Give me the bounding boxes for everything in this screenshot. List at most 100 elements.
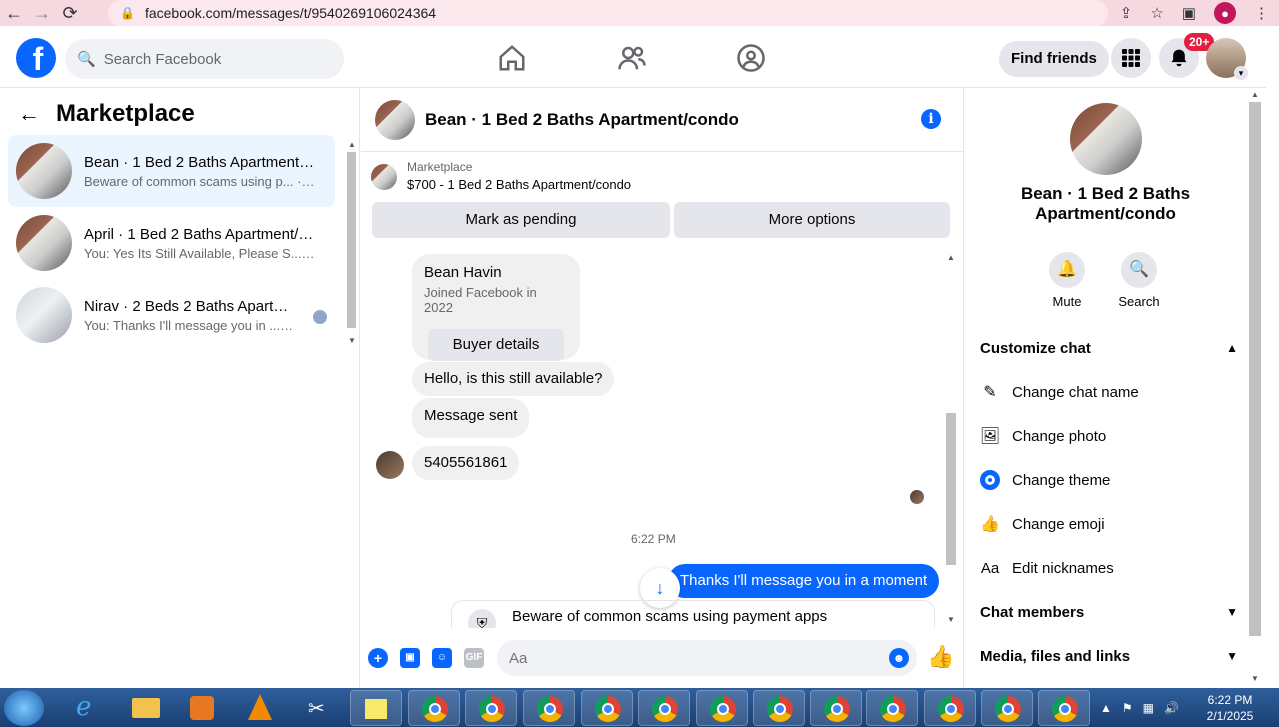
- conversation-snippet: Beware of common scams using p...: [84, 173, 294, 189]
- scam-warning-text: Beware of common scams using payment app…: [512, 608, 828, 625]
- menu-grid-button[interactable]: [1111, 38, 1151, 78]
- share-icon[interactable]: ⇪: [1120, 4, 1133, 22]
- account-avatar[interactable]: ▾: [1206, 38, 1248, 80]
- facebook-logo-icon[interactable]: f: [16, 38, 56, 78]
- listing-summary[interactable]: Marketplace $700 - 1 Bed 2 Baths Apartme…: [371, 160, 631, 192]
- listing-thumbnail: [16, 287, 72, 343]
- mute-button[interactable]: 🔔 Mute: [1037, 252, 1097, 309]
- conversation-name: Bean · 1 Bed 2 Baths Apartment/condo: [84, 153, 316, 171]
- chrome-window-icon[interactable]: [866, 690, 918, 726]
- menu-dots-icon[interactable]: ⋮: [1254, 4, 1269, 22]
- chat-photo[interactable]: [1070, 103, 1142, 175]
- address-bar[interactable]: 🔒 facebook.com/messages/t/95402691060243…: [108, 0, 1108, 26]
- chrome-window-icon[interactable]: [981, 690, 1033, 726]
- chrome-window-icon[interactable]: [408, 690, 460, 726]
- customize-chat-section[interactable]: Customize chat ▲: [980, 326, 1238, 370]
- home-icon[interactable]: [497, 43, 527, 73]
- search-input[interactable]: [103, 50, 324, 68]
- system-clock[interactable]: 6:22 PM 2/1/2025: [1200, 692, 1260, 724]
- chat-title[interactable]: Bean · 1 Bed 2 Baths Apartment/condo: [425, 110, 739, 130]
- network-icon[interactable]: ▦: [1143, 701, 1154, 715]
- emoji-icon[interactable]: ☻: [889, 648, 909, 668]
- search-chat-button[interactable]: 🔍 Search: [1109, 252, 1169, 309]
- snipping-tool-icon[interactable]: ✂: [292, 690, 344, 726]
- action-center-icon[interactable]: ⚑: [1122, 701, 1133, 715]
- listing-thumbnail: [371, 164, 397, 190]
- scam-warning-card[interactable]: ⛨ Beware of common scams using payment a…: [451, 600, 935, 628]
- change-chat-name-item[interactable]: ✎ Change chat name: [980, 370, 1238, 414]
- chrome-window-icon[interactable]: [523, 690, 575, 726]
- gif-icon[interactable]: GIF: [464, 648, 484, 668]
- clock-date: 2/1/2025: [1206, 709, 1254, 723]
- reload-icon[interactable]: ⟳: [56, 3, 84, 24]
- forward-arrow-icon[interactable]: →: [28, 3, 56, 24]
- buyer-details-button[interactable]: Buyer details: [428, 329, 564, 361]
- menu-item-label: Edit nicknames: [1012, 559, 1114, 577]
- search-box[interactable]: 🔍: [65, 39, 344, 79]
- chat-members-section[interactable]: Chat members ▼: [980, 590, 1238, 634]
- search-label: Search: [1118, 294, 1160, 309]
- thumbs-up-icon[interactable]: 👍: [927, 644, 954, 670]
- back-arrow-icon[interactable]: ←: [18, 101, 40, 127]
- menu-item-label: Change photo: [1012, 427, 1107, 445]
- find-friends-button[interactable]: Find friends: [999, 41, 1109, 77]
- chat-header: Bean · 1 Bed 2 Baths Apartment/condo i: [361, 88, 963, 152]
- buyer-joined: Joined Facebook in 2022: [424, 285, 537, 315]
- star-icon[interactable]: ☆: [1150, 4, 1163, 22]
- facebook-header: f 🔍 Find friends 20+ ▾: [0, 30, 1266, 88]
- start-button-icon[interactable]: [4, 690, 44, 726]
- listing-price: $700 - 1 Bed 2 Baths Apartment/condo: [407, 177, 632, 192]
- list-scrollbar[interactable]: ▲ ▼: [345, 138, 357, 348]
- conversation-item[interactable]: April · 1 Bed 2 Baths Apartment/condo Yo…: [8, 207, 335, 279]
- plus-icon[interactable]: +: [368, 648, 388, 668]
- chrome-window-icon[interactable]: [753, 690, 805, 726]
- conversation-name: Nirav · 2 Beds 2 Baths Apartment: [84, 297, 294, 315]
- chat-members-label: Chat members: [980, 603, 1085, 621]
- explorer-icon[interactable]: [120, 690, 172, 726]
- change-emoji-item[interactable]: 👍 Change emoji: [980, 502, 1238, 546]
- page-scrollbar[interactable]: ▲ ▼: [1248, 88, 1262, 688]
- ie-icon[interactable]: e: [62, 690, 114, 726]
- chrome-window-icon[interactable]: [465, 690, 517, 726]
- groups-icon[interactable]: [736, 43, 766, 73]
- sent-message-bubble: Thanks I'll message you in a moment: [668, 564, 940, 598]
- volume-icon[interactable]: 🔊: [1164, 701, 1179, 715]
- vlc-icon[interactable]: [234, 690, 286, 726]
- url-text: facebook.com/messages/t/9540269106024364: [144, 5, 437, 21]
- media-player-icon[interactable]: [176, 690, 228, 726]
- chrome-window-icon[interactable]: [924, 690, 976, 726]
- windows-taskbar: e ✂ ▲ ⚑ ▦ 🔊 6:22 PM 2/1/2025: [0, 688, 1279, 727]
- sender-avatar[interactable]: [376, 451, 404, 479]
- info-icon[interactable]: i: [921, 109, 941, 129]
- chat-thumbnail[interactable]: [375, 99, 415, 140]
- chat-panel: Bean · 1 Bed 2 Baths Apartment/condo i M…: [361, 88, 963, 688]
- change-theme-item[interactable]: Change theme: [980, 458, 1238, 502]
- mark-pending-button[interactable]: Mark as pending: [372, 202, 670, 238]
- back-arrow-icon[interactable]: ←: [0, 3, 28, 24]
- media-section[interactable]: Media, files and links ▼: [980, 634, 1238, 678]
- sticker-icon[interactable]: ☺: [432, 648, 452, 668]
- chrome-window-icon[interactable]: [581, 690, 633, 726]
- profile-icon[interactable]: ●: [1214, 2, 1236, 24]
- conversation-item[interactable]: Nirav · 2 Beds 2 Baths Apartment You: Th…: [8, 279, 335, 351]
- menu-item-label: Change chat name: [1012, 383, 1139, 401]
- sticky-notes-icon[interactable]: [350, 690, 402, 726]
- edit-nicknames-item[interactable]: Aa Edit nicknames: [980, 546, 1238, 590]
- change-photo-item[interactable]: 🖼 Change photo: [980, 414, 1238, 458]
- chrome-window-icon[interactable]: [1038, 690, 1090, 726]
- panel-title: Marketplace: [56, 100, 195, 127]
- thread-scrollbar[interactable]: ▲ ▼: [944, 253, 957, 625]
- conversation-item[interactable]: Bean · 1 Bed 2 Baths Apartment/condo Bew…: [8, 135, 335, 207]
- photo-icon[interactable]: ▣: [400, 648, 420, 668]
- friends-icon[interactable]: [617, 43, 647, 73]
- message-input[interactable]: [497, 640, 917, 676]
- chrome-window-icon[interactable]: [638, 690, 690, 726]
- more-options-button[interactable]: More options: [674, 202, 950, 238]
- chrome-window-icon[interactable]: [696, 690, 748, 726]
- clock-time: 6:22 PM: [1207, 693, 1253, 707]
- chrome-window-icon[interactable]: [810, 690, 862, 726]
- sidebar-icon[interactable]: ▣: [1182, 4, 1196, 22]
- customize-chat-label: Customize chat: [980, 339, 1091, 357]
- tray-expand-icon[interactable]: ▲: [1100, 701, 1112, 715]
- conversation-snippet: You: Thanks I'll message you in ...: [84, 317, 281, 333]
